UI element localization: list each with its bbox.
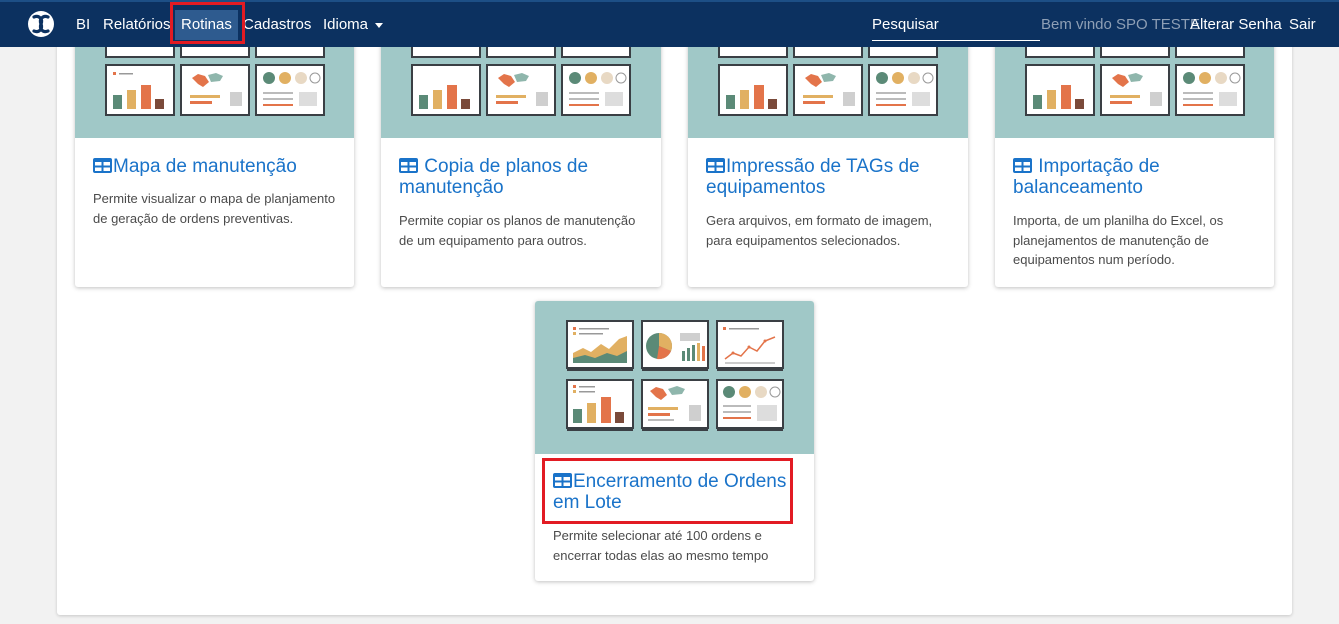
top-navbar: BI Relatórios Rotinas Cadastros Idioma B…: [0, 0, 1339, 47]
card-title[interactable]: Importação de balanceamento: [1013, 156, 1260, 198]
card-description: Importa, de um planilha do Excel, os pla…: [1013, 213, 1224, 267]
card-description: Permite selecionar até 100 ordens e ence…: [553, 528, 769, 563]
card-description: Permite visualizar o mapa de planjamento…: [93, 191, 336, 226]
table-grid-icon: [553, 473, 572, 488]
card-description: Permite copiar os planos de manutenção d…: [399, 213, 636, 248]
dashboard-illustration: [535, 301, 814, 454]
nav-bi[interactable]: BI: [76, 16, 90, 34]
nav-cadastros[interactable]: Cadastros: [243, 16, 311, 34]
change-password-link[interactable]: Alterar Senha: [1190, 16, 1282, 34]
card-title-text: Mapa de manutenção: [113, 156, 297, 177]
search-input[interactable]: [872, 8, 1040, 41]
logout-link[interactable]: Sair: [1289, 16, 1316, 34]
card-title-text: Importação de balanceamento: [1013, 156, 1160, 198]
card-title[interactable]: Impressão de TAGs de equipamentos: [706, 156, 954, 198]
nav-rotinas[interactable]: Rotinas: [175, 10, 238, 40]
table-grid-icon: [1013, 158, 1032, 173]
table-grid-icon: [93, 158, 112, 173]
card-title-text: Copia de planos de manutenção: [399, 156, 589, 198]
app-logo-icon[interactable]: [28, 11, 54, 37]
card-title[interactable]: Mapa de manutenção: [93, 156, 340, 177]
table-grid-icon: [399, 158, 418, 173]
table-grid-icon: [706, 158, 725, 173]
card-title[interactable]: Copia de planos de manutenção: [399, 156, 647, 198]
card-title-text: Impressão de TAGs de equipamentos: [706, 156, 920, 198]
nav-relatorios[interactable]: Relatórios: [103, 16, 171, 34]
card-description: Gera arquivos, em formato de imagem, par…: [706, 213, 933, 248]
welcome-text: Bem vindo SPO TESTE: [1041, 16, 1200, 33]
card-encerramento-ordens[interactable]: Encerramento de Ordens em Lote Permite s…: [535, 301, 814, 581]
nav-idioma-label: Idioma: [323, 16, 369, 33]
nav-idioma-dropdown[interactable]: Idioma: [323, 16, 384, 34]
card-title-text: Encerramento de Ordens em Lote: [553, 471, 787, 513]
caret-down-icon: [375, 22, 384, 28]
card-title[interactable]: Encerramento de Ordens em Lote: [553, 471, 800, 513]
